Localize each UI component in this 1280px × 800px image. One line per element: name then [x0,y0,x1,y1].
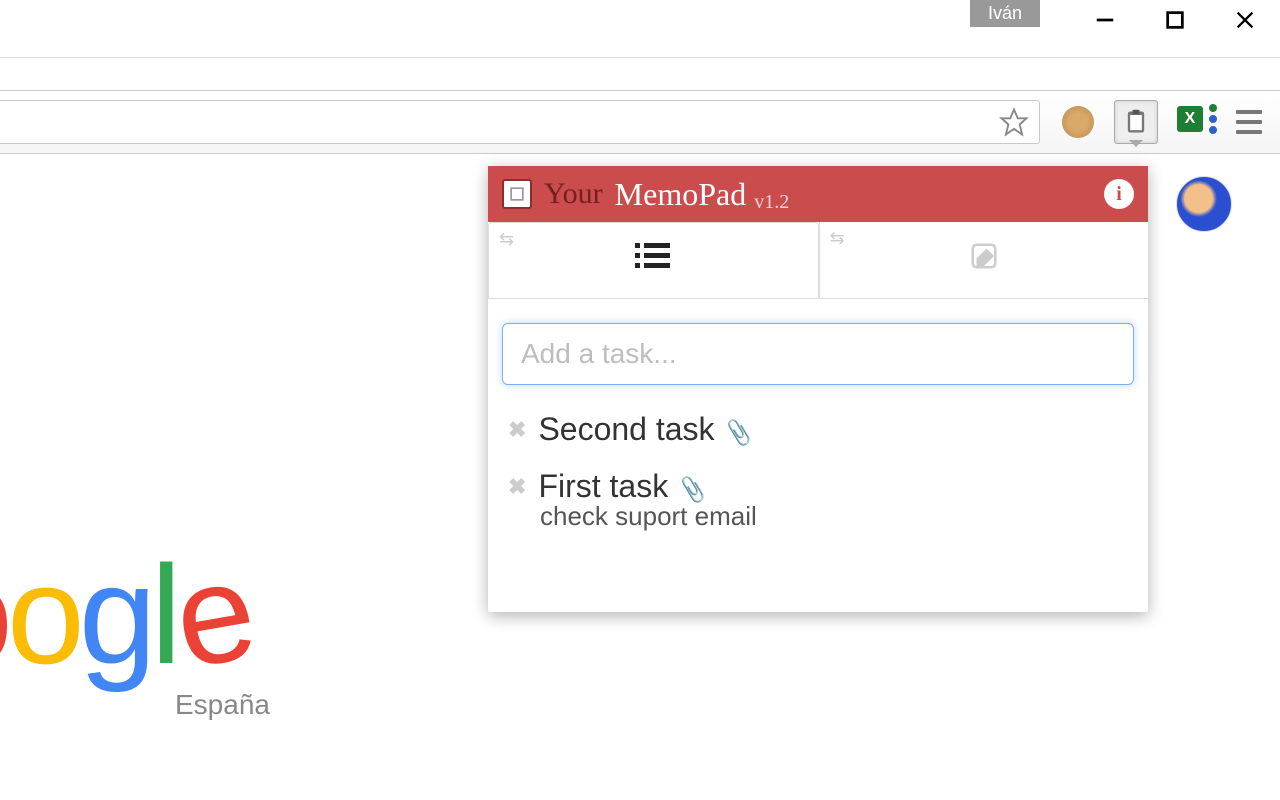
minimize-icon [1094,9,1116,31]
task-title: Second task [538,411,714,447]
task-subtitle: check suport email [540,501,1134,532]
tab-list[interactable]: ⇆ [488,222,819,298]
window-titlebar: Iván [0,0,1280,58]
address-bar[interactable] [0,100,1040,144]
memopad-body: ✖ Second task 📎 ✖ First task 📎 [488,299,1148,612]
task-item[interactable]: ✖ First task 📎 check suport email [502,468,1134,532]
cookie-extension-icon[interactable] [1060,104,1096,140]
info-button[interactable]: i [1104,179,1134,209]
close-icon [1234,9,1256,31]
delete-task-icon[interactable]: ✖ [508,417,526,443]
task-item[interactable]: ✖ Second task 📎 [502,411,1134,448]
add-task-input[interactable] [502,323,1134,385]
google-logo: oogle [0,534,248,696]
tab-notes[interactable]: ⇆ [819,222,1149,298]
window-maximize[interactable] [1140,0,1210,40]
page-content: oogle España Your MemoPad v1.2 i ⇆ [0,154,1280,800]
window-minimize[interactable] [1070,0,1140,40]
google-account-avatar[interactable] [1176,176,1232,232]
google-region-label: España [175,689,270,721]
memopad-title-word2: MemoPad [615,176,747,213]
extension-tray: X [1048,100,1280,144]
memopad-title-word1: Your [544,177,603,211]
task-list: ✖ Second task 📎 ✖ First task 📎 [502,411,1134,532]
edit-icon [969,241,999,279]
attachment-icon[interactable]: 📎 [677,475,709,505]
memopad-tabs: ⇆ ⇆ [488,222,1148,299]
swap-icon: ⇆ [830,228,845,249]
list-icon [635,241,671,280]
delete-task-icon[interactable]: ✖ [508,474,526,500]
memopad-header: Your MemoPad v1.2 i [488,166,1148,222]
task-title: First task [538,468,668,504]
excel-extension-icon[interactable]: X [1176,104,1212,140]
attachment-icon[interactable]: 📎 [723,418,755,448]
browser-menu-icon[interactable] [1230,110,1268,134]
clipboard-icon [1122,108,1150,136]
memopad-version: v1.2 [754,191,789,222]
window-close[interactable] [1210,0,1280,40]
memopad-popup: Your MemoPad v1.2 i ⇆ ⇆ [488,166,1148,612]
memopad-extension-icon[interactable] [1114,100,1158,144]
profile-chip[interactable]: Iván [970,0,1040,27]
browser-toolbar: X [0,90,1280,154]
bookmark-star-icon[interactable] [999,107,1029,137]
maximize-icon [1164,9,1186,31]
memopad-logo-icon [502,179,532,209]
swap-icon: ⇆ [499,229,514,250]
